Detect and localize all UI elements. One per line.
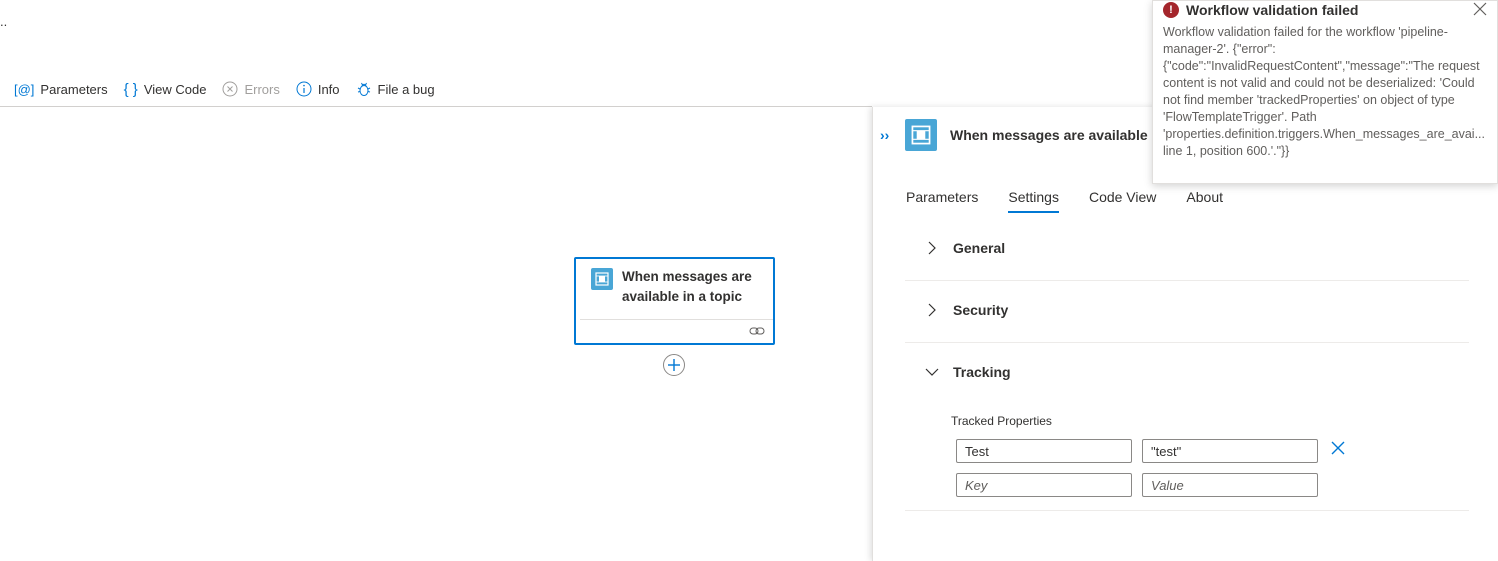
view-code-label: View Code [143,81,207,97]
tab-about[interactable]: About [1186,189,1223,213]
errors-button[interactable]: Errors [222,81,280,97]
file-a-bug-label: File a bug [377,81,435,97]
code-braces-icon: { } [123,80,138,98]
section-general-header[interactable]: General [905,236,1469,260]
error-circle-icon [222,81,238,97]
tracked-properties-label: Tracked Properties [951,414,1052,428]
tab-code-view[interactable]: Code View [1089,189,1156,213]
info-button[interactable]: Info [296,81,340,97]
notification-title: Workflow validation failed [1186,2,1359,18]
tracked-value-input[interactable]: "test" [1142,439,1318,463]
add-step-button[interactable] [663,354,685,376]
trigger-card[interactable]: When messages are available in a topic [574,257,775,345]
chevron-down-icon [925,365,939,379]
trigger-card-title: When messages are available in a topic [622,269,752,304]
section-security-header[interactable]: Security [905,298,1469,322]
info-icon [296,81,312,97]
notification-message: Workflow validation failed for the workf… [1163,25,1486,158]
plus-icon [668,359,680,371]
truncated-text: .. [0,14,8,29]
service-bus-icon [591,268,613,290]
new-key-input[interactable]: Key [956,473,1132,497]
file-a-bug-button[interactable]: File a bug [356,81,435,97]
new-value-input[interactable]: Value [1142,473,1318,497]
panel-tabs: Parameters Settings Code View About [906,189,1253,213]
errors-label: Errors [244,81,280,97]
tracked-key-input[interactable]: Test [956,439,1132,463]
section-tracking-title: Tracking [953,364,1011,380]
section-security-title: Security [953,302,1009,318]
section-general-title: General [953,240,1006,256]
card-separator [580,319,773,320]
bug-icon [356,81,372,97]
chevron-right-icon [925,241,939,255]
service-bus-icon [905,119,937,151]
link-icon[interactable] [749,324,765,338]
close-icon[interactable] [1473,2,1487,16]
parameters-icon: [@] [14,81,35,97]
tab-parameters[interactable]: Parameters [906,189,978,213]
info-label: Info [317,81,340,97]
section-tracking-header[interactable]: Tracking [905,360,1469,384]
section-general: General [905,236,1469,281]
view-code-button[interactable]: { } View Code [124,81,207,98]
parameters-button[interactable]: [@] Parameters [14,82,108,97]
toolbar-divider [0,106,872,107]
collapse-panel-icon[interactable]: ›› [880,127,889,143]
section-security: Security [905,298,1469,343]
error-icon: ! [1163,2,1179,18]
remove-row-icon[interactable] [1331,441,1347,457]
chevron-right-icon [925,303,939,317]
error-notification: ! Workflow validation failed Workflow va… [1152,0,1498,184]
parameters-label: Parameters [40,81,108,97]
tab-settings[interactable]: Settings [1008,189,1059,213]
